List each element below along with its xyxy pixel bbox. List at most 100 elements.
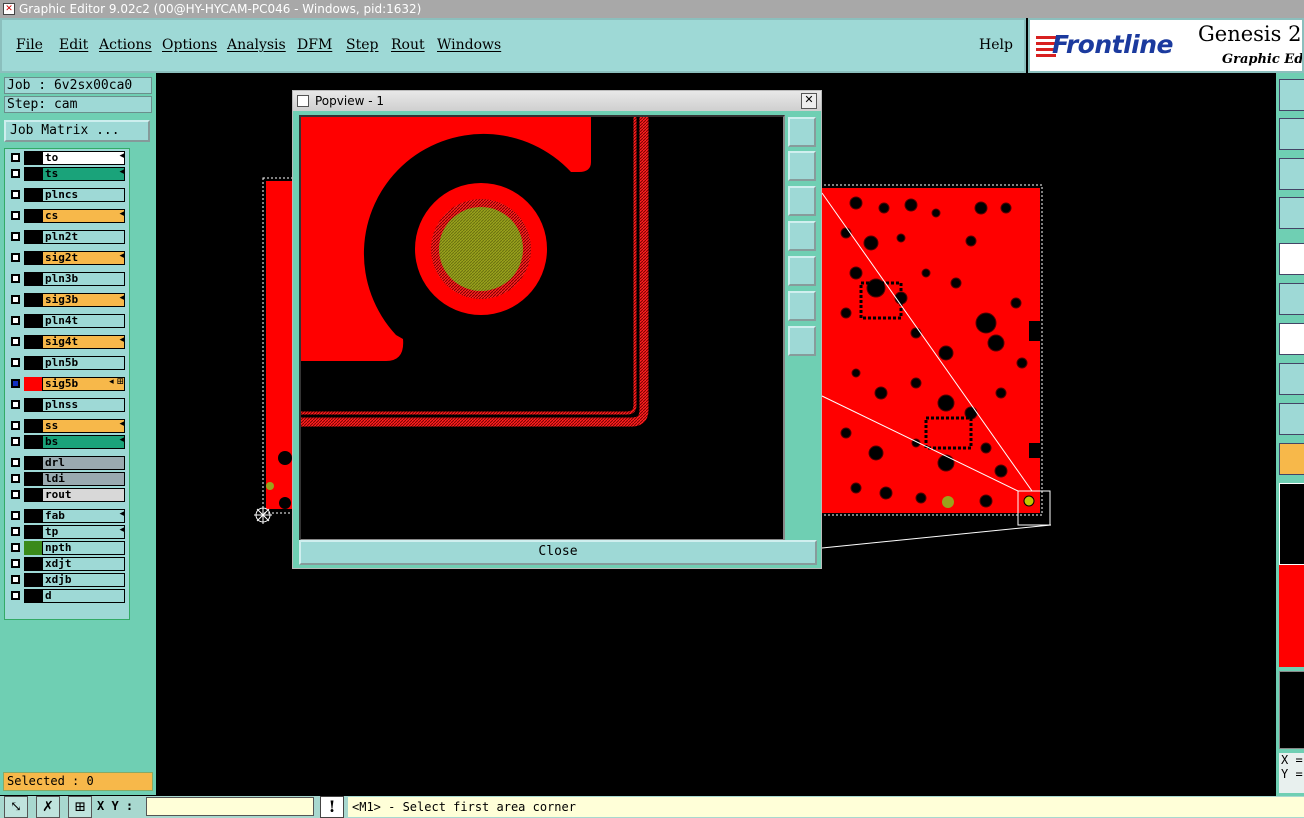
right-tool-9-icon[interactable] xyxy=(1279,403,1304,435)
layer-color-swatch[interactable] xyxy=(24,573,42,587)
layer-row-ss[interactable]: ss ◂ xyxy=(7,419,127,433)
right-tool-5-icon[interactable] xyxy=(1279,243,1304,275)
layer-checkbox[interactable] xyxy=(11,358,20,367)
layer-row-to[interactable]: to ◂ xyxy=(7,151,127,165)
layer-checkbox[interactable] xyxy=(11,232,20,241)
right-tool-7-icon[interactable] xyxy=(1279,323,1304,355)
layer-checkbox[interactable] xyxy=(11,295,20,304)
menu-options[interactable]: Options xyxy=(162,37,217,53)
layer-checkbox[interactable] xyxy=(11,490,20,499)
layer-name[interactable]: npth xyxy=(42,541,125,555)
layer-checkbox[interactable] xyxy=(11,474,20,483)
layer-checkbox[interactable] xyxy=(11,437,20,446)
layer-row-xdjb[interactable]: xdjb xyxy=(7,573,127,587)
layer-row-ldi[interactable]: ldi xyxy=(7,472,127,486)
right-tool-3-icon[interactable] xyxy=(1279,158,1304,190)
layer-row-plnss[interactable]: plnss xyxy=(7,398,127,412)
layer-name[interactable]: pln5b xyxy=(42,356,125,370)
layer-row-plncs[interactable]: plncs xyxy=(7,188,127,202)
layer-color-swatch[interactable] xyxy=(24,589,42,603)
layer-name[interactable]: sig2t xyxy=(42,251,125,265)
layer-name[interactable]: drl xyxy=(42,456,125,470)
layer-checkbox[interactable] xyxy=(11,316,20,325)
layer-row-pln5b[interactable]: pln5b xyxy=(7,356,127,370)
layer-color-swatch[interactable] xyxy=(24,230,42,244)
popview-canvas[interactable] xyxy=(299,115,785,541)
layer-name[interactable]: xdjb xyxy=(42,573,125,587)
layer-row-sig5b[interactable]: sig5b ◂ ⊞ xyxy=(7,377,127,391)
layer-color-swatch[interactable] xyxy=(24,509,42,523)
layer-row-ts[interactable]: ts ◂ xyxy=(7,167,127,181)
status-tool-1-icon[interactable]: ⤡ xyxy=(4,796,28,818)
layer-checkbox[interactable] xyxy=(11,211,20,220)
layer-row-sig4t[interactable]: sig4t ◂ xyxy=(7,335,127,349)
job-matrix-button[interactable]: Job Matrix ... xyxy=(4,120,150,142)
layer-color-swatch[interactable] xyxy=(24,419,42,433)
popview-tool-zoom-out-icon[interactable] xyxy=(788,326,816,356)
layer-checkbox[interactable] xyxy=(11,253,20,262)
layer-color-swatch[interactable] xyxy=(24,456,42,470)
menu-edit[interactable]: Edit xyxy=(59,37,88,53)
menu-file[interactable]: File xyxy=(16,37,43,53)
menu-analysis[interactable]: Analysis xyxy=(227,37,286,53)
layer-color-swatch[interactable] xyxy=(24,188,42,202)
layer-name[interactable]: sig4t xyxy=(42,335,125,349)
layer-checkbox[interactable] xyxy=(11,575,20,584)
popview-titlebar[interactable]: Popview - 1 ✕ xyxy=(293,91,821,111)
layer-color-swatch[interactable] xyxy=(24,209,42,223)
right-tool-8-icon[interactable] xyxy=(1279,363,1304,395)
layer-name[interactable]: xdjt xyxy=(42,557,125,571)
layer-row-d[interactable]: d xyxy=(7,589,127,603)
menu-step[interactable]: Step xyxy=(346,37,378,53)
layer-color-swatch[interactable] xyxy=(24,541,42,555)
right-tool-select-icon[interactable] xyxy=(1279,443,1304,475)
layer-color-swatch[interactable] xyxy=(24,435,42,449)
layer-name[interactable]: tp xyxy=(42,525,125,539)
right-tool-2-icon[interactable] xyxy=(1279,118,1304,150)
layer-checkbox[interactable] xyxy=(11,153,20,162)
layer-color-swatch[interactable] xyxy=(24,272,42,286)
layer-name[interactable]: bs xyxy=(42,435,125,449)
layer-color-swatch[interactable] xyxy=(24,356,42,370)
layer-color-swatch[interactable] xyxy=(24,314,42,328)
layer-checkbox[interactable] xyxy=(11,559,20,568)
status-tool-3-icon[interactable]: ⊞ xyxy=(68,796,92,818)
layer-name[interactable]: fab xyxy=(42,509,125,523)
layer-checkbox[interactable] xyxy=(11,511,20,520)
layer-name[interactable]: ss xyxy=(42,419,125,433)
layer-color-swatch[interactable] xyxy=(24,377,42,391)
layer-row-pln4t[interactable]: pln4t xyxy=(7,314,127,328)
layer-checkbox[interactable] xyxy=(11,543,20,552)
layer-name[interactable]: to xyxy=(42,151,125,165)
layer-row-rout[interactable]: rout xyxy=(7,488,127,502)
layer-checkbox[interactable] xyxy=(11,379,20,388)
layer-checkbox[interactable] xyxy=(11,190,20,199)
layer-color-swatch[interactable] xyxy=(24,167,42,181)
xy-input[interactable] xyxy=(146,797,314,816)
popview-tool-window-icon[interactable] xyxy=(788,117,816,147)
layer-row-pln2t[interactable]: pln2t xyxy=(7,230,127,244)
layer-name[interactable]: pln4t xyxy=(42,314,125,328)
layer-name[interactable]: pln3b xyxy=(42,272,125,286)
popview-tool-down-icon[interactable] xyxy=(788,186,816,216)
layer-checkbox[interactable] xyxy=(11,421,20,430)
warning-icon[interactable]: ! xyxy=(320,796,344,818)
layer-name[interactable]: d xyxy=(42,589,125,603)
layer-name[interactable]: ldi xyxy=(42,472,125,486)
layer-color-swatch[interactable] xyxy=(24,488,42,502)
right-tool-1-icon[interactable] xyxy=(1279,79,1304,111)
layer-row-bs[interactable]: bs ◂ xyxy=(7,435,127,449)
layer-row-cs[interactable]: cs ◂ xyxy=(7,209,127,223)
layer-row-drl[interactable]: drl xyxy=(7,456,127,470)
layer-name[interactable]: sig3b xyxy=(42,293,125,307)
popview-tool-zoom-in-icon[interactable] xyxy=(788,291,816,321)
layer-color-swatch[interactable] xyxy=(24,472,42,486)
popview-tool-right-icon[interactable] xyxy=(788,256,816,286)
layer-checkbox[interactable] xyxy=(11,274,20,283)
right-tool-6-icon[interactable] xyxy=(1279,283,1304,315)
layer-row-sig2t[interactable]: sig2t ◂ xyxy=(7,251,127,265)
layer-row-xdjt[interactable]: xdjt xyxy=(7,557,127,571)
menu-rout[interactable]: Rout xyxy=(391,37,425,53)
layer-checkbox[interactable] xyxy=(11,591,20,600)
layer-name[interactable]: ts xyxy=(42,167,125,181)
